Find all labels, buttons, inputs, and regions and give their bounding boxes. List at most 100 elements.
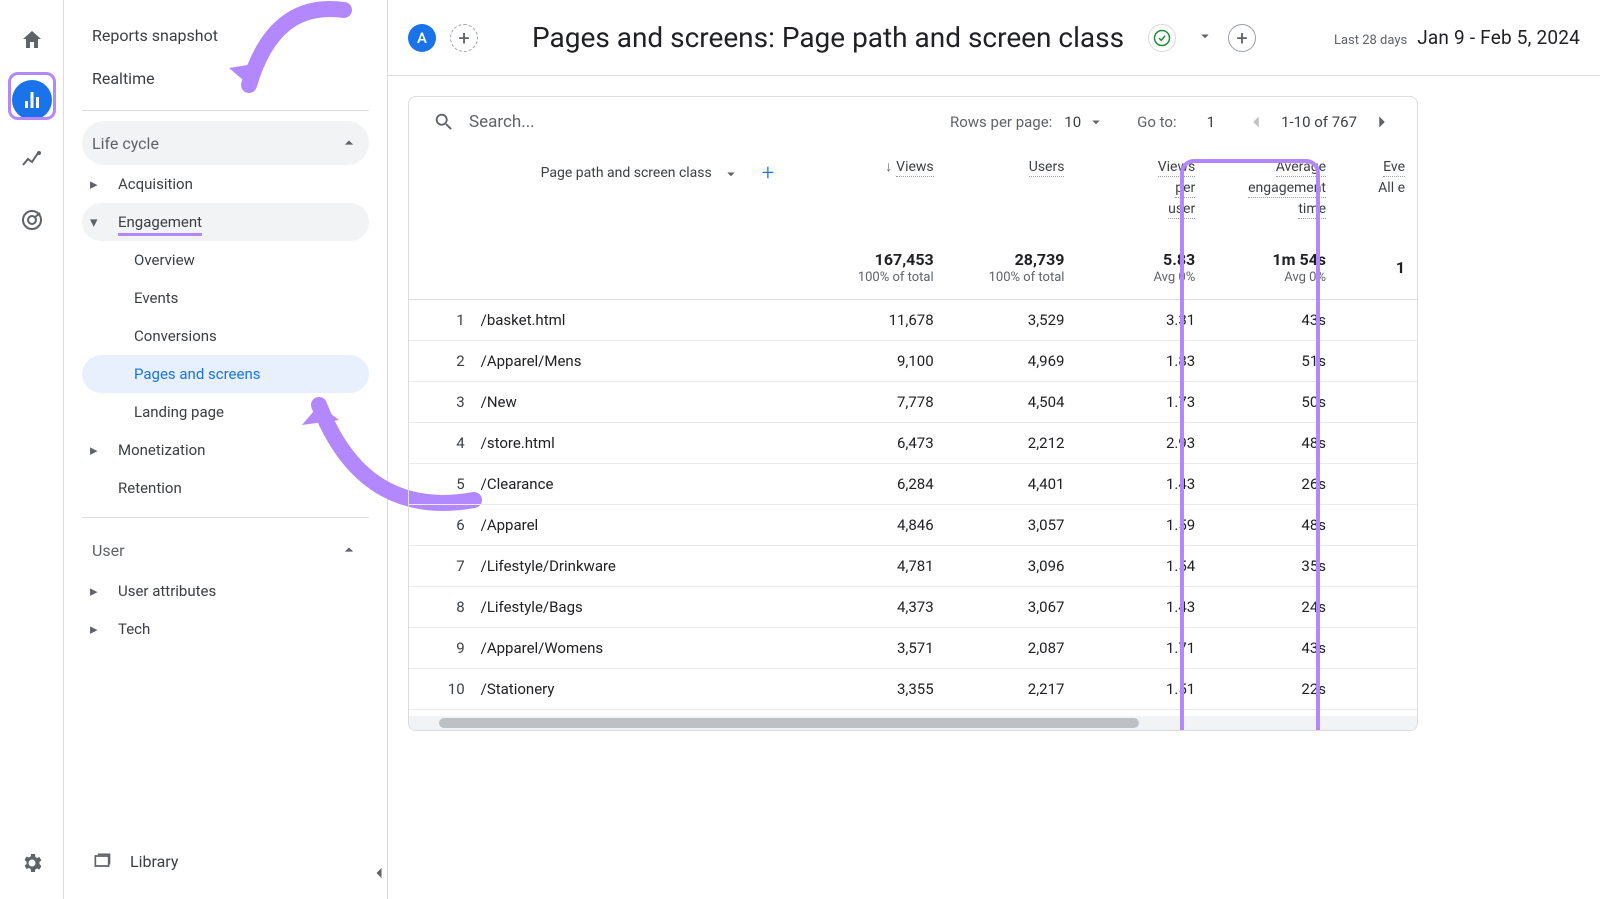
table-row[interactable]: 5/Clearance6,2844,4011.4326s — [409, 464, 1417, 505]
row-avg: 26s — [1207, 464, 1338, 505]
row-index: 2 — [409, 341, 477, 382]
row-views: 9,100 — [815, 341, 946, 382]
row-ev-partial — [1338, 300, 1417, 341]
search-input[interactable]: Search... — [433, 111, 938, 133]
rows-per-page-select[interactable]: 10 — [1064, 113, 1105, 131]
account-badge[interactable]: A — [408, 24, 436, 52]
table-row[interactable]: 1/basket.html11,6783,5293.3143s — [409, 300, 1417, 341]
row-views: 3,355 — [815, 669, 946, 710]
dimension-header[interactable]: Page path and screen class + — [477, 151, 815, 226]
row-index: 5 — [409, 464, 477, 505]
sidebar-subitem-pages-screens[interactable]: Pages and screens — [82, 355, 369, 393]
annotation-rail-highlight — [8, 72, 56, 120]
chevron-up-icon — [339, 133, 359, 153]
table-row[interactable]: 4/store.html6,4732,2122.9348s — [409, 423, 1417, 464]
row-index: 3 — [409, 382, 477, 423]
col-event-partial[interactable]: Eve All e — [1338, 151, 1417, 226]
row-users: 2,217 — [946, 669, 1077, 710]
row-vpu: 1.54 — [1076, 546, 1207, 587]
row-path: /store.html — [477, 423, 815, 464]
status-ok-icon[interactable] — [1148, 24, 1176, 52]
table-row[interactable]: 8/Lifestyle/Bags4,3733,0671.4324s — [409, 587, 1417, 628]
col-avg-engagement[interactable]: Average engagement time — [1207, 151, 1338, 226]
search-icon — [433, 111, 455, 133]
sidebar-collapse-icon[interactable] — [369, 863, 389, 887]
goto-value[interactable]: 1 — [1207, 113, 1215, 131]
table-row[interactable]: 9/Apparel/Womens3,5712,0871.7143s — [409, 628, 1417, 669]
col-users[interactable]: Users — [946, 151, 1077, 226]
col-views[interactable]: ↓Views — [815, 151, 946, 226]
row-users: 4,504 — [946, 382, 1077, 423]
status-menu-dropdown[interactable] — [1196, 27, 1214, 49]
next-page-icon[interactable] — [1371, 111, 1393, 133]
add-dimension-button[interactable]: + — [762, 157, 774, 190]
row-views: 6,284 — [815, 464, 946, 505]
home-icon[interactable] — [12, 20, 52, 60]
table-row[interactable]: 10/Stationery3,3552,2171.5122s — [409, 669, 1417, 710]
row-avg: 51s — [1207, 341, 1338, 382]
row-users: 2,212 — [946, 423, 1077, 464]
sidebar-subitem-landing-page[interactable]: Landing page — [82, 393, 369, 431]
advertising-icon[interactable] — [12, 200, 52, 240]
row-index: 1 — [409, 300, 477, 341]
library-label: Library — [130, 852, 178, 871]
horizontal-scrollbar[interactable] — [409, 716, 1417, 730]
sidebar-section-lifecycle[interactable]: Life cycle — [82, 121, 369, 165]
row-views: 11,678 — [815, 300, 946, 341]
sidebar-item-tech[interactable]: ▸ Tech — [82, 610, 369, 648]
row-path: /Apparel — [477, 505, 815, 546]
explore-icon[interactable] — [12, 140, 52, 180]
row-ev-partial — [1338, 423, 1417, 464]
sidebar-item-user-attributes[interactable]: ▸ User attributes — [82, 572, 369, 610]
sidebar-item-engagement[interactable]: ▾ Engagement — [82, 203, 369, 241]
table-row[interactable]: 2/Apparel/Mens9,1004,9691.8351s — [409, 341, 1417, 382]
sidebar-subitem-overview[interactable]: Overview — [82, 241, 369, 279]
chevron-down-icon: ▾ — [90, 213, 106, 231]
sidebar-item-monetization[interactable]: ▸ Monetization — [82, 431, 369, 469]
page-header: A + Pages and screens: Page path and scr… — [388, 0, 1600, 76]
settings-icon[interactable] — [12, 843, 52, 883]
row-ev-partial — [1338, 587, 1417, 628]
chevron-right-icon: ▸ — [90, 620, 106, 638]
row-path: /New — [477, 382, 815, 423]
sidebar-subitem-events[interactable]: Events — [82, 279, 369, 317]
customize-button[interactable]: + — [1228, 24, 1256, 52]
row-ev-partial — [1338, 505, 1417, 546]
table-row[interactable]: 6/Apparel4,8463,0571.5948s — [409, 505, 1417, 546]
sidebar-item-acquisition[interactable]: ▸ Acquisition — [82, 165, 369, 203]
page-title: Pages and screens: Page path and screen … — [532, 21, 1124, 54]
add-comparison-button[interactable]: + — [450, 24, 478, 52]
sidebar-realtime[interactable]: Realtime — [82, 57, 369, 100]
row-views: 7,778 — [815, 382, 946, 423]
chevron-down-icon[interactable] — [722, 165, 740, 183]
table-row[interactable]: 3/New7,7784,5041.7350s — [409, 382, 1417, 423]
row-views: 4,846 — [815, 505, 946, 546]
sidebar: Reports snapshot Realtime Life cycle ▸ A… — [64, 0, 388, 899]
row-users: 4,969 — [946, 341, 1077, 382]
sidebar-library[interactable]: Library — [82, 839, 369, 883]
row-vpu: 1.51 — [1076, 669, 1207, 710]
prev-page-icon[interactable] — [1245, 111, 1267, 133]
scrollbar-thumb[interactable] — [439, 718, 1139, 728]
row-vpu: 1.43 — [1076, 464, 1207, 505]
row-vpu: 1.83 — [1076, 341, 1207, 382]
sidebar-reports-snapshot[interactable]: Reports snapshot — [82, 14, 369, 57]
sidebar-subitem-conversions[interactable]: Conversions — [82, 317, 369, 355]
row-index: 10 — [409, 669, 477, 710]
col-views-per-user[interactable]: Views per user — [1076, 151, 1207, 226]
total-users: 28,739100% of total — [946, 226, 1077, 300]
sidebar-item-retention[interactable]: Retention — [82, 469, 369, 507]
date-range[interactable]: Jan 9 - Feb 5, 2024 — [1417, 26, 1580, 49]
library-icon — [92, 851, 112, 871]
report-card: Search... Rows per page: 10 Go to: 1 1-1… — [408, 96, 1418, 731]
divider — [82, 517, 369, 518]
main: A + Pages and screens: Page path and scr… — [388, 0, 1600, 899]
sidebar-section-user[interactable]: User — [82, 528, 369, 572]
row-avg: 43s — [1207, 628, 1338, 669]
table-row[interactable]: 7/Lifestyle/Drinkware4,7813,0961.5435s — [409, 546, 1417, 587]
chevron-up-icon — [339, 540, 359, 560]
date-range-label: Last 28 days — [1334, 33, 1407, 48]
row-avg: 35s — [1207, 546, 1338, 587]
row-vpu: 1.59 — [1076, 505, 1207, 546]
row-path: /Clearance — [477, 464, 815, 505]
